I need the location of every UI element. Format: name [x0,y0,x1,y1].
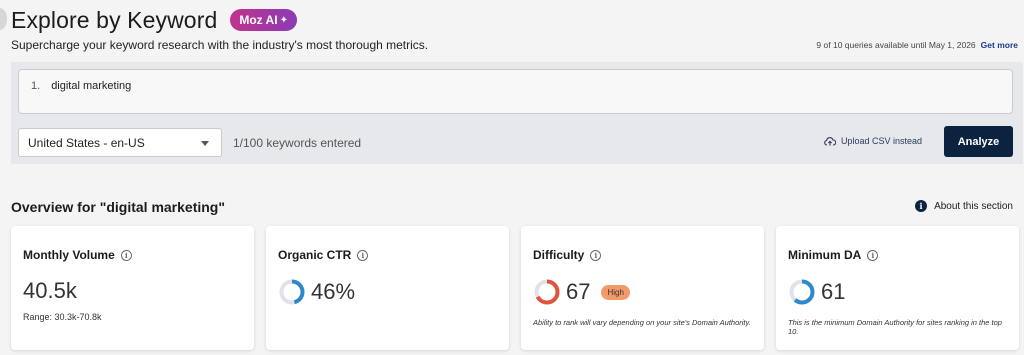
card-difficulty: Difficulty i 67 High Ability to rank wil… [521,226,764,350]
locale-value: United States - en-US [28,135,145,150]
difficulty-note: Ability to rank will vary depending on y… [533,318,751,327]
overview-title: Overview for "digital marketing" [11,199,225,215]
metric-value: 61 [821,279,846,304]
keyword-count: 1/100 keywords entered [233,136,362,150]
get-more-link[interactable]: Get more [981,40,1018,50]
query-panel: 1. digital marketing United States - en-… [11,62,1023,164]
page-header: Explore by Keyword Moz AI ✦ Supercharge … [11,5,1018,53]
card-organic-ctr: Organic CTR i 46% [266,226,509,350]
edge-decoration [0,8,7,30]
metric-row: 67 High [533,278,630,306]
about-label: About this section [934,200,1013,212]
page-title: Explore by Keyword [11,6,218,33]
info-icon[interactable]: i [867,249,879,261]
ctr-donut-chart [279,279,305,305]
card-title-label: Difficulty [533,248,585,262]
line-number: 1. [31,80,41,92]
keyword-text: digital marketing [51,80,132,92]
chevron-down-icon [201,141,209,146]
card-title-label: Organic CTR [278,248,352,262]
about-section-link[interactable]: i About this section [915,200,1013,212]
ai-badge-label: Moz AI [239,13,278,27]
quota-info: 9 of 10 queries available until May 1, 2… [816,40,1018,50]
card-title: Minimum DA i [788,248,879,262]
info-icon: i [915,200,928,212]
sparkle-icon: ✦ [279,14,288,26]
analyze-button[interactable]: Analyze [944,126,1013,157]
min-da-note: This is the minimum Domain Authority for… [788,318,1002,337]
info-icon[interactable]: i [120,249,132,261]
metric-value: 46% [311,279,356,304]
card-title: Organic CTR i [278,248,369,262]
keyword-textarea[interactable]: 1. digital marketing [18,69,1013,114]
volume-range: Range: 30.3k-70.8k [23,312,102,322]
card-title: Monthly Volume i [23,248,132,262]
quota-text: 9 of 10 queries available until May 1, 2… [816,40,976,50]
metric-value: 67 [566,279,591,304]
card-title-label: Monthly Volume [23,248,115,262]
difficulty-donut-chart [534,279,560,305]
metric-row: 46% [278,278,355,306]
locale-select[interactable]: United States - en-US [18,128,222,157]
metric-value: 40.5k [23,278,77,303]
cloud-upload-icon [824,137,836,146]
page-subtitle: Supercharge your keyword research with t… [11,38,429,52]
info-icon[interactable]: i [590,249,602,261]
card-title-label: Minimum DA [788,248,862,262]
min-da-donut-chart [789,279,815,305]
metric-row: 40.5k [23,278,77,304]
card-minimum-da: Minimum DA i 61 This is the minimum Doma… [776,226,1019,350]
keyword-line: 1. digital marketing [31,80,131,92]
upload-csv-button[interactable]: Upload CSV instead [824,136,922,146]
query-controls: United States - en-US 1/100 keywords ent… [18,126,1013,160]
info-icon[interactable]: i [357,249,369,261]
moz-ai-badge[interactable]: Moz AI ✦ [230,9,297,31]
card-title: Difficulty i [533,248,602,262]
difficulty-badge: High [601,284,630,300]
upload-label: Upload CSV instead [840,136,922,146]
metric-row: 61 [788,278,845,306]
card-monthly-volume: Monthly Volume i 40.5k Range: 30.3k-70.8… [11,226,254,350]
